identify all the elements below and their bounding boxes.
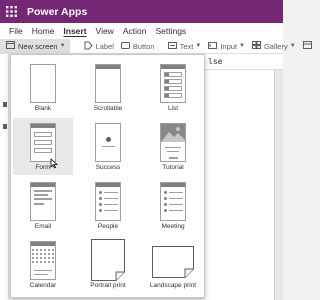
menu-view[interactable]: View	[96, 26, 114, 36]
button-icon	[120, 41, 130, 51]
template-tutorial[interactable]: Tutorial	[143, 118, 203, 175]
tree-item-icon[interactable]	[3, 102, 7, 107]
template-meeting[interactable]: Meeting	[143, 177, 203, 234]
formula-bar[interactable]: lse	[205, 54, 283, 70]
gallery-dropdown-label: Gallery	[263, 41, 288, 51]
template-label: Tutorial	[162, 164, 184, 171]
new-screen-button[interactable]: New screen ▼	[0, 38, 70, 54]
template-label: Blank	[34, 105, 52, 112]
chevron-down-icon: ▼	[239, 43, 245, 49]
template-success[interactable]: Success	[78, 118, 138, 175]
menu-bar: File Home Insert View Action Settings	[0, 23, 283, 39]
template-label: Form	[35, 164, 51, 171]
menu-home[interactable]: Home	[32, 26, 55, 36]
blank-thumbnail	[30, 64, 56, 103]
menu-action[interactable]: Action	[123, 26, 147, 36]
button-button[interactable]: Button	[120, 41, 155, 51]
button-button-text: Button	[132, 41, 155, 51]
template-label: List	[167, 105, 179, 112]
template-scrollable[interactable]: Scrollable	[78, 59, 138, 116]
text-icon	[167, 41, 177, 51]
gallery-dropdown[interactable]: Gallery ▼	[251, 41, 296, 51]
input-dropdown-label: Input	[220, 41, 238, 51]
portrait-print-thumbnail	[91, 239, 125, 281]
template-people[interactable]: People	[78, 177, 138, 234]
gallery-icon	[251, 41, 261, 51]
text-dropdown-label: Text	[179, 41, 194, 51]
calendar-thumbnail	[30, 241, 56, 280]
canvas-area	[205, 70, 283, 300]
data-table-icon	[302, 41, 312, 51]
tree-view-pane	[0, 54, 9, 300]
input-icon	[208, 41, 218, 51]
template-label: Landscape print	[149, 282, 197, 289]
template-list[interactable]: List	[143, 59, 203, 116]
menu-file[interactable]: File	[9, 26, 23, 36]
chevron-down-icon: ▼	[195, 43, 202, 49]
meeting-thumbnail	[160, 182, 186, 221]
app-title: Power Apps	[27, 5, 88, 18]
new-screen-icon	[6, 41, 15, 51]
template-label: Calendar	[29, 282, 57, 289]
chevron-down-icon: ▼	[59, 43, 66, 49]
template-label: Portrait print	[90, 282, 126, 289]
template-label: Email	[34, 223, 52, 230]
template-label: Meeting	[161, 223, 185, 230]
template-label: Scrollable	[93, 105, 123, 112]
screen-canvas[interactable]	[205, 70, 275, 300]
template-blank[interactable]: Blank	[13, 59, 73, 116]
template-label: People	[97, 223, 119, 230]
people-thumbnail	[95, 182, 121, 221]
label-button-text: Label	[95, 41, 114, 51]
template-label: Success	[95, 164, 121, 171]
template-email[interactable]: Email	[13, 177, 73, 234]
tree-item-icon[interactable]	[3, 124, 7, 129]
menu-insert[interactable]: Insert	[63, 26, 86, 36]
title-bar: Power Apps	[0, 0, 283, 23]
text-dropdown[interactable]: Text ▼	[167, 41, 202, 51]
new-screen-menu: Blank Scrollable List Form Success Tutor…	[10, 54, 205, 298]
data-table-button[interactable]	[302, 41, 315, 51]
template-form[interactable]: Form	[13, 118, 73, 175]
email-thumbnail	[30, 182, 56, 221]
label-icon	[84, 41, 93, 52]
template-calendar[interactable]: Calendar	[13, 236, 73, 293]
app-launcher-icon[interactable]	[0, 0, 23, 23]
ribbon: New screen ▼ Label Button Text ▼ Input ▼…	[0, 38, 312, 54]
success-thumbnail	[95, 123, 121, 162]
formula-text[interactable]: lse	[208, 57, 222, 66]
template-landscape-print[interactable]: Landscape print	[143, 236, 203, 293]
new-screen-label: New screen	[18, 41, 58, 51]
input-dropdown[interactable]: Input ▼	[208, 41, 245, 51]
landscape-print-thumbnail	[152, 246, 194, 278]
list-thumbnail	[160, 64, 186, 103]
tutorial-thumbnail	[160, 123, 186, 162]
label-button[interactable]: Label	[84, 41, 114, 52]
chevron-down-icon: ▼	[289, 43, 296, 49]
template-portrait-print[interactable]: Portrait print	[78, 236, 138, 293]
scrollable-thumbnail	[95, 64, 121, 103]
menu-settings[interactable]: Settings	[155, 26, 186, 36]
